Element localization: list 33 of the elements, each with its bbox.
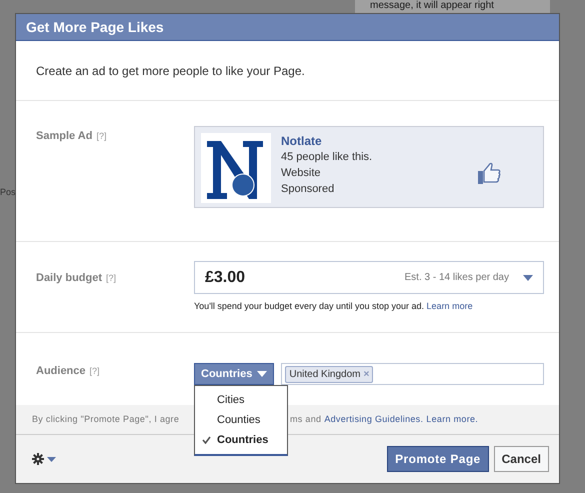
settings-icon[interactable] <box>32 453 56 465</box>
budget-note: You'll spend your budget every day until you stop your ad. <box>194 301 426 311</box>
cancel-button[interactable]: Cancel <box>494 446 549 472</box>
learn-more-link[interactable]: Learn more. <box>426 412 478 426</box>
learn-more-link[interactable]: Learn more <box>426 301 473 311</box>
menu-item[interactable]: Counties <box>195 410 287 430</box>
sample-ad-label: Sample Ad <box>36 130 92 142</box>
audience-label: Audience <box>36 365 86 377</box>
budget-amount: £3.00 <box>205 268 246 288</box>
guidelines-link[interactable]: Advertising Guidelines. <box>324 412 424 426</box>
menu-item[interactable]: Cities <box>195 390 287 410</box>
dialog-title: Get More Page Likes <box>16 14 559 41</box>
terms-text: By clicking "Promote Page", I agre <box>32 414 180 424</box>
audience-input-field[interactable]: United Kingdom × <box>281 363 544 385</box>
token-text: United Kingdom <box>289 368 360 382</box>
checkmark-icon <box>202 436 210 444</box>
background-text: Pos <box>0 186 16 199</box>
promote-button[interactable]: Promote Page <box>387 446 489 472</box>
background-text: message, it will appear right <box>370 1 495 11</box>
caret-icon <box>523 274 533 280</box>
likes-text: 45 people like this. <box>281 150 372 165</box>
thumbs-up-icon[interactable] <box>477 161 501 185</box>
sponsored-text: Sponsored <box>281 182 336 197</box>
terms-text: ms and <box>290 412 322 426</box>
estimate-text: Est. 3 - 14 likes per day <box>404 271 509 285</box>
category-text: Website <box>281 166 322 181</box>
intro-text: Create an ad to get more people to like your Page. <box>36 62 305 80</box>
page-name-link[interactable]: Notlate <box>281 133 372 149</box>
daily-budget-label: Daily budget <box>36 272 102 284</box>
menu-item[interactable]: Countries <box>195 430 287 450</box>
budget-select[interactable]: £3.00 Est. 3 - 14 likes per day <box>194 261 544 294</box>
audience-type-button[interactable]: Countries <box>194 363 274 385</box>
caret-icon <box>257 371 268 377</box>
